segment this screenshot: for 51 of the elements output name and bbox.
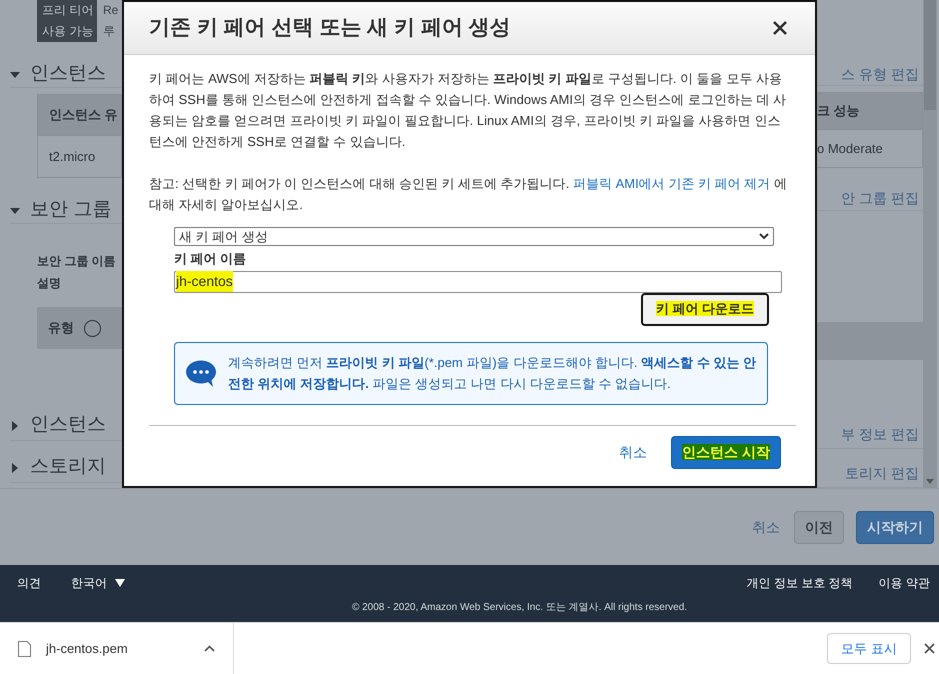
chevron-down-icon bbox=[759, 233, 769, 240]
download-key-pair-button[interactable]: 키 페어 다운로드 bbox=[641, 292, 769, 326]
downloaded-file-name[interactable]: jh-centos.pem bbox=[46, 638, 128, 658]
file-icon bbox=[18, 640, 31, 656]
scrollbar-thumb[interactable] bbox=[924, 0, 936, 110]
launch-button[interactable]: 시작하기 bbox=[856, 510, 934, 544]
privacy-link[interactable]: 개인 정보 보호 정책 bbox=[746, 574, 853, 592]
info-icon[interactable] bbox=[84, 320, 101, 336]
free-tier-badge: 프리 티어 사용 가능 bbox=[37, 0, 97, 42]
section-heading: 인스턴스 bbox=[30, 62, 106, 86]
table-header: 인스턴스 유 bbox=[37, 94, 122, 136]
intro-paragraph: 키 페어는 AWS에 저장하는 퍼블릭 키와 사용자가 저장하는 프라이빗 키 파일로 구성됩니다. 이 둘을 모두 사용하여 SSH를 통해 인스턴스에 안전하게 접속할 수 있습니다. Windows AMI의 경우 인스턴스에 로그인하는 데 사용되는 암호를 얻으려면 프라이빗 키 파일이 필요합니다. Linux AMI의 경우, 프라이빗 키 파일을 사용하면 인스턴스에 안전하게 SSH로 연결할 수 있습니다. bbox=[149, 70, 788, 151]
chevron-up-icon[interactable] bbox=[204, 645, 215, 652]
field-label: 키 페어 이름 bbox=[174, 250, 248, 268]
section-heading: 인스턴스 bbox=[30, 413, 106, 438]
show-all-button[interactable]: 모두 표시 bbox=[827, 633, 911, 664]
launch-instance-button[interactable]: 인스턴스 시작 bbox=[671, 436, 781, 468]
key-pair-select[interactable]: 새 키 페어 생성 bbox=[174, 227, 774, 246]
cancel-link[interactable]: 취소 bbox=[609, 442, 657, 462]
previous-button[interactable]: 이전 bbox=[794, 510, 844, 544]
section-heading: 보안 그룹 bbox=[30, 198, 112, 222]
section-heading: 스토리지 bbox=[30, 455, 106, 480]
caret-right-icon[interactable] bbox=[10, 462, 20, 472]
field-label: 설명 bbox=[37, 275, 62, 292]
edit-link[interactable]: 토리지 편집 bbox=[845, 463, 919, 484]
cancel-link[interactable]: 취소 bbox=[750, 516, 782, 538]
summary-text: 루 bbox=[103, 23, 116, 40]
terms-link[interactable]: 이용 약관 bbox=[878, 574, 930, 592]
edit-link[interactable]: 안 그룹 편집 bbox=[841, 188, 919, 210]
summary-text: Re bbox=[103, 2, 118, 19]
table-header: 크 성능 bbox=[817, 92, 923, 130]
scrollbar[interactable] bbox=[923, 0, 937, 488]
caret-down-icon[interactable] bbox=[10, 70, 20, 80]
info-text: 계속하려면 먼저 프라이빗 키 파일(*.pem 파일)을 다운로드해야 합니다. 액세스할 수 있는 안전한 위치에 저장합니다. 파일은 생성되고 나면 다시 다운로드할 수 없습니다. bbox=[228, 354, 756, 393]
language-selector[interactable]: 한국어 bbox=[71, 574, 125, 592]
caret-down-icon[interactable] bbox=[10, 206, 20, 216]
edit-link[interactable]: 스 유형 편집 bbox=[841, 64, 919, 85]
speech-bubble-icon bbox=[186, 360, 216, 386]
caret-right-icon[interactable] bbox=[10, 420, 20, 430]
scroll-down-icon[interactable] bbox=[926, 479, 934, 484]
table-header: 유형 bbox=[48, 319, 74, 338]
feedback-link[interactable]: 의견 bbox=[17, 574, 41, 592]
key-pair-name-field[interactable]: jh-centos bbox=[174, 270, 782, 292]
edit-link[interactable]: 부 정보 편집 bbox=[841, 424, 919, 446]
copyright-text: © 2008 - 2020, Amazon Web Services, Inc. 또는 계열사. All rights reserved. bbox=[352, 601, 688, 615]
close-icon[interactable] bbox=[924, 643, 935, 654]
caret-down-icon bbox=[115, 578, 125, 586]
field-label: 보안 그룹 이름 bbox=[37, 253, 117, 270]
note-paragraph: 참고: 선택한 키 페어가 이 인스턴스에 대해 승인된 키 세트에 추가됩니다. 퍼블릭 AMI에서 기존 키 페어 제거 에 대해 자세히 알아보십시오. bbox=[149, 175, 788, 214]
dialog-title: 기존 키 페어 선택 또는 새 키 페어 생성 bbox=[149, 15, 511, 42]
remove-key-pair-link[interactable]: 퍼블릭 AMI에서 기존 키 페어 제거 bbox=[572, 176, 770, 191]
